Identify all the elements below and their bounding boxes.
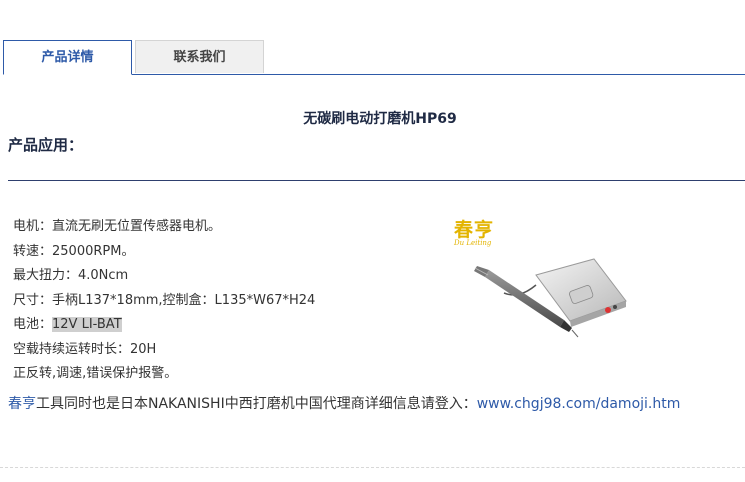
footer-divider bbox=[0, 467, 745, 468]
product-image: 春亨 Du Leiting bbox=[444, 215, 634, 345]
spec-battery: 电池：12V LI-BAT bbox=[13, 313, 315, 338]
spec-speed: 转速：25000RPM。 bbox=[13, 243, 135, 259]
spec-battery-value: 12V LI-BAT bbox=[52, 317, 122, 332]
spec-runtime: 空载持续运转时长：20H bbox=[13, 341, 157, 357]
note-text: 工具同时也是日本NAKANISHI中西打磨机中国代理商详细信息请登入： bbox=[36, 396, 477, 412]
spec-list: 电机：直流无刷无位置传感器电机。 转速：25000RPM。 最大扭力：4.0Nc… bbox=[13, 215, 315, 387]
brand-logo: 春亨 bbox=[454, 219, 495, 241]
divider bbox=[8, 180, 745, 181]
tab-product-details[interactable]: 产品详情 bbox=[3, 40, 132, 75]
reseller-note: 春亨工具同时也是日本NAKANISHI中西打磨机中国代理商详细信息请登入：www… bbox=[8, 393, 680, 413]
tab-contact-us[interactable]: 联系我们 bbox=[135, 40, 264, 73]
spec-motor: 电机：直流无刷无位置传感器电机。 bbox=[13, 219, 222, 234]
spec-torque: 最大扭力：4.0Ncm bbox=[13, 268, 129, 283]
product-title: 无碳刷电动打磨机HP69 bbox=[303, 111, 457, 127]
spec-features: 正反转,调速,错误保护报警。 bbox=[13, 366, 178, 381]
tab-bar: 产品详情 联系我们 bbox=[3, 40, 745, 75]
website-link[interactable]: www.chgj98.com/damoji.htm bbox=[477, 396, 681, 412]
spec-battery-label: 电池： bbox=[13, 317, 53, 332]
section-heading: 产品应用： bbox=[8, 136, 84, 154]
spec-size: 尺寸：手柄L137*18mm,控制盒：L135*W67*H24 bbox=[13, 292, 316, 308]
brand-logo-subtitle: Du Leiting bbox=[454, 239, 492, 247]
brand-name: 春亨 bbox=[8, 396, 36, 412]
